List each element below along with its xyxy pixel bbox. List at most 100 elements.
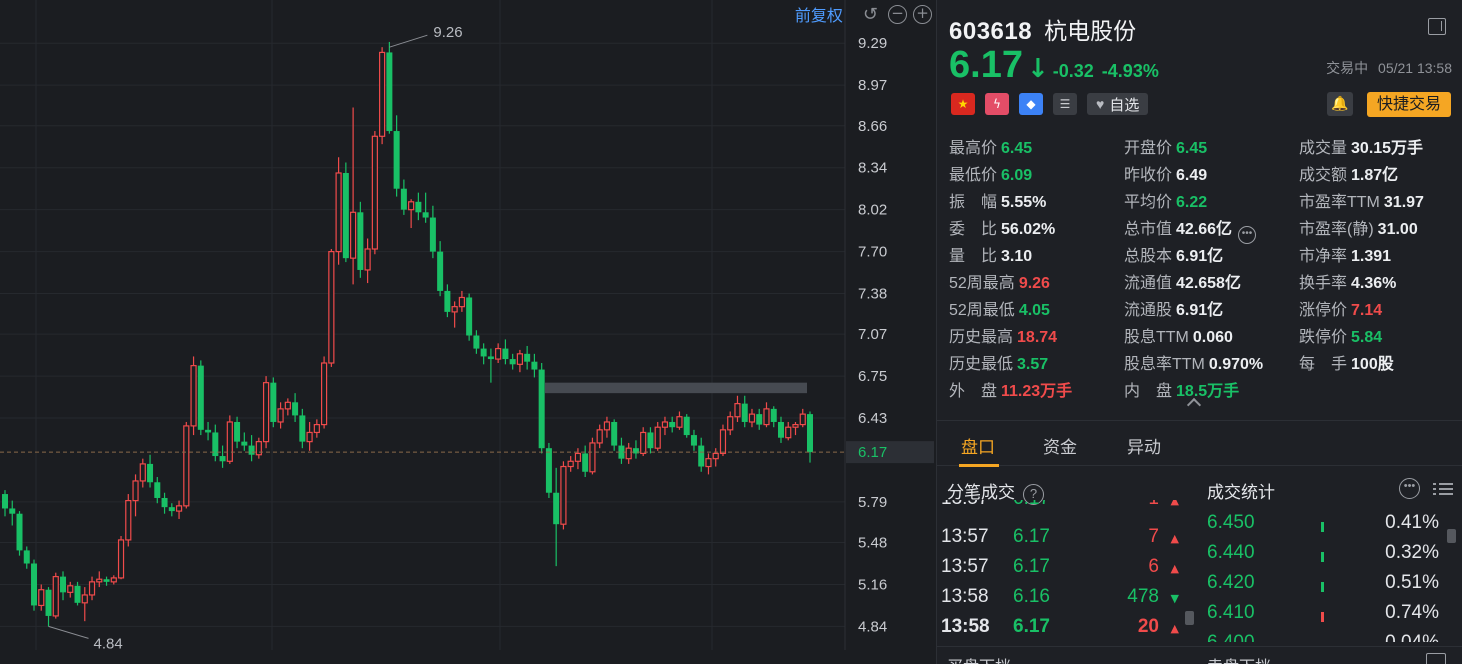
stat-value: 100股 xyxy=(1351,356,1394,373)
candle-body-down xyxy=(444,290,451,312)
stat-label: 历史最低 xyxy=(949,356,1014,373)
kline-chart[interactable]: 9.26 4.84 9.29 8.97 8.66 8.34 8.02 7.70 7.38 7.07… xyxy=(0,0,936,664)
trade-price: 6.17 xyxy=(1013,616,1050,637)
candle-body-up xyxy=(125,500,132,541)
stat-value: 3.57 xyxy=(1017,356,1049,373)
expand-icon[interactable] xyxy=(1426,653,1446,664)
candle-body-down xyxy=(357,212,364,270)
candle-body-up xyxy=(96,578,103,583)
candle-body-down xyxy=(487,356,494,360)
stat-value: 11.23万手 xyxy=(1001,383,1073,400)
stat-cell: 流通股 6.91亿 xyxy=(1124,296,1223,320)
stat-value: 4.05 xyxy=(1018,302,1050,319)
trade-volume: 20 xyxy=(1137,616,1159,637)
stat-cell: 历史最低 3.57 xyxy=(949,350,1048,374)
candle-body-down xyxy=(741,403,748,422)
stat-label: 换手率 xyxy=(1299,275,1348,292)
trade-row: 13:57 6.17 1 ▲ xyxy=(937,500,1193,518)
stat-value: 6.22 xyxy=(1176,194,1208,211)
stat-label: 股息TTM xyxy=(1124,329,1189,346)
sell-depth-label: 卖盘下档 xyxy=(1207,653,1271,664)
trade-time: 13:57 xyxy=(941,556,989,577)
tab-capital[interactable]: 资金 xyxy=(1043,433,1077,458)
stat-value: 6.91亿 xyxy=(1176,302,1224,319)
list-view-icon[interactable] xyxy=(1433,480,1453,498)
favorite-button[interactable]: ♥ 自选 xyxy=(1087,93,1149,115)
candle-body-up xyxy=(408,201,415,211)
panel-collapse-icon[interactable] xyxy=(1428,18,1446,35)
zoom-in-icon[interactable]: + xyxy=(913,4,932,24)
tick-trades-list[interactable]: 13:57 6.17 1 ▲ 13:57 6.17 7 ▲ 13:57 6.17 6 ▲ 13:58 6.… xyxy=(937,500,1193,642)
candle-body-down xyxy=(632,448,639,454)
candle-body-down xyxy=(386,52,393,132)
stock-name: 杭电股份 xyxy=(1044,18,1137,44)
undo-icon[interactable]: ↺ xyxy=(863,4,878,25)
stat-label: 委 比 xyxy=(949,221,998,238)
candle-body-up xyxy=(763,408,770,426)
stat-percent: 0.41% xyxy=(1385,512,1439,533)
stat-value: 6.45 xyxy=(1176,140,1208,157)
candle-body-down xyxy=(23,550,30,564)
favorite-label: 自选 xyxy=(1109,96,1140,114)
volume-stat-row: 6.410 0.74% xyxy=(1193,602,1462,632)
candle-body-down xyxy=(270,382,277,422)
candle-body-up xyxy=(589,442,596,473)
candle-body-down xyxy=(2,494,8,509)
stat-label: 市净率 xyxy=(1299,248,1348,265)
candle-body-down xyxy=(669,421,676,428)
y-tick-label: 7.70 xyxy=(858,244,887,261)
stat-value: 3.10 xyxy=(1001,248,1033,265)
status-text: 交易中 xyxy=(1326,60,1369,76)
volume-stats-list[interactable]: 6.450 0.41% 6.440 0.32% 6.420 0.51% 6.410 0.74%… xyxy=(1193,508,1462,642)
stat-label: 股息率TTM xyxy=(1124,356,1205,373)
stock-header: 603618 杭电股份 xyxy=(949,12,1136,46)
candle-body-up xyxy=(38,589,45,607)
lightning-icon[interactable]: ϟ xyxy=(985,93,1009,115)
stat-cell: 流通值 42.658亿 xyxy=(1124,269,1241,293)
price-line: 6.17 ↓ -0.32 -4.93% xyxy=(949,44,1167,87)
tab-bar: 盘口 资金 异动 xyxy=(937,420,1462,467)
document-icon[interactable]: ☰ xyxy=(1053,93,1077,115)
candle-body-up xyxy=(792,423,799,428)
candle-body-down xyxy=(683,416,690,436)
y-tick-label: 6.75 xyxy=(858,368,887,385)
triangle-up-icon: ▲ xyxy=(1170,622,1179,635)
candle-body-up xyxy=(734,403,741,418)
stat-value: 5.55% xyxy=(1001,194,1047,211)
volume-stats-title: 成交统计 xyxy=(1207,483,1275,502)
stat-cell: 外 盘 11.23万手 xyxy=(949,377,1072,401)
candle-body-down xyxy=(161,497,168,508)
bell-icon[interactable]: 🔔 xyxy=(1327,92,1353,116)
restore-rights-button[interactable]: 前复权 xyxy=(795,2,843,26)
more-options-icon[interactable]: ••• xyxy=(1399,478,1420,499)
kline-chart-panel[interactable]: 9.26 4.84 9.29 8.97 8.66 8.34 8.02 7.70 7.38 7.07… xyxy=(0,0,936,664)
tab-order-book[interactable]: 盘口 xyxy=(961,433,995,458)
zoom-out-icon[interactable]: − xyxy=(888,4,907,24)
stat-value: 42.66亿 xyxy=(1176,221,1233,238)
stat-cell: 跌停价 5.84 xyxy=(1299,323,1382,347)
volume-stats-scrollbar[interactable] xyxy=(1447,529,1456,543)
volume-stat-row: 6.450 0.41% xyxy=(1193,512,1462,542)
stat-cell: 股息率TTM 0.970% xyxy=(1124,350,1263,374)
current-price: 6.17 xyxy=(949,44,1023,86)
candle-body-down xyxy=(400,188,407,210)
candle-body-up xyxy=(350,211,357,259)
candle-body-up xyxy=(676,416,683,428)
quote-time: 05/21 13:58 xyxy=(1378,60,1452,76)
stat-label: 52周最高 xyxy=(949,275,1015,292)
tag-icon[interactable]: ◆ xyxy=(1019,93,1043,115)
tab-anomaly[interactable]: 异动 xyxy=(1127,433,1161,458)
stat-label: 最低价 xyxy=(949,167,998,184)
candle-body-up xyxy=(458,296,465,308)
candle-body-down xyxy=(807,414,813,453)
china-flag-icon[interactable]: ★ xyxy=(951,93,975,115)
candle-body-up xyxy=(284,401,291,410)
candle-body-up xyxy=(451,306,458,313)
trade-time: 13:58 xyxy=(941,616,990,637)
stats-row: 历史最低 3.57 股息率TTM 0.970% 每 手 100股 xyxy=(949,350,1454,377)
stat-cell: 股息TTM 0.060 xyxy=(1124,323,1233,347)
stat-label: 最高价 xyxy=(949,140,998,157)
stat-cell: 内 盘 18.5万手 xyxy=(1124,377,1239,401)
candle-body-up xyxy=(654,426,661,449)
quick-trade-button[interactable]: 快捷交易 xyxy=(1367,92,1451,117)
